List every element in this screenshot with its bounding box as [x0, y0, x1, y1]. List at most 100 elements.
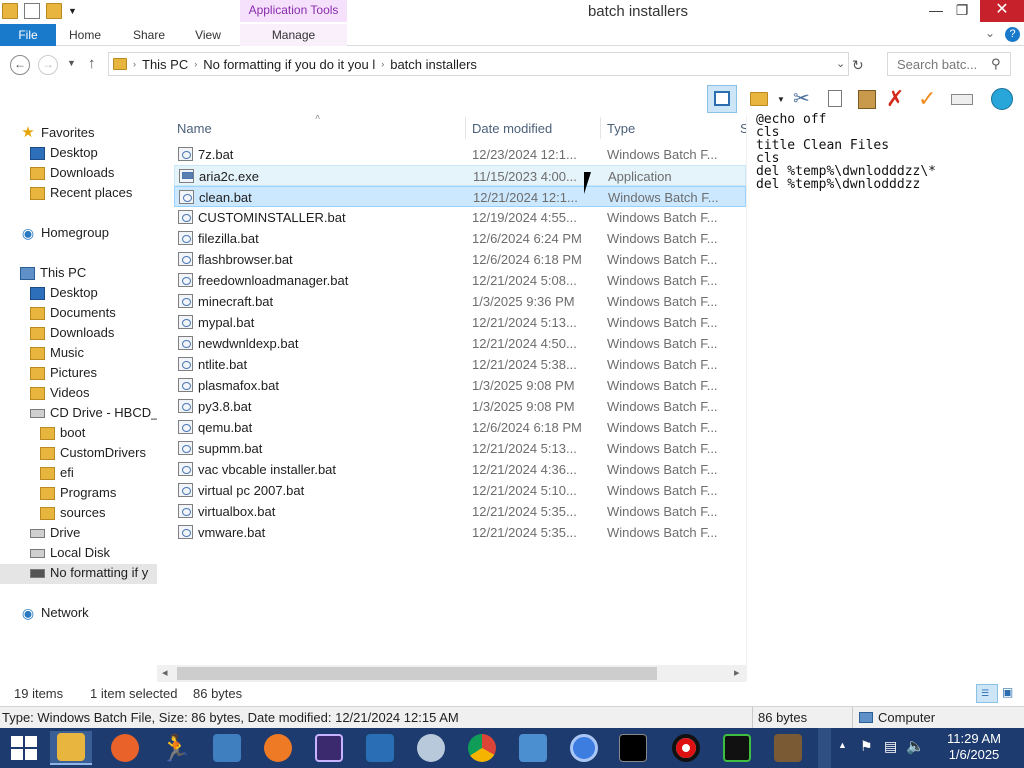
- nav-cd-drive[interactable]: CD Drive - HBCD_: [30, 403, 157, 423]
- address-dropdown-icon[interactable]: ⌄: [836, 57, 845, 70]
- file-row[interactable]: flashbrowser.bat 12/6/2024 6:18 PM Windows…: [174, 249, 746, 270]
- taskbar-control-panel[interactable]: [512, 731, 554, 765]
- scroll-left-icon[interactable]: ◂: [162, 666, 168, 679]
- taskbar-cpu-app[interactable]: [308, 731, 350, 765]
- forward-button[interactable]: →: [38, 55, 58, 75]
- file-row[interactable]: virtualbox.bat 12/21/2024 5:35... Windows …: [174, 501, 746, 522]
- globe-icon[interactable]: [990, 87, 1014, 111]
- taskbar-chrome[interactable]: [461, 731, 503, 765]
- nav-pc-music[interactable]: Music: [30, 343, 84, 363]
- scroll-thumb[interactable]: [177, 667, 657, 680]
- nav-pc-documents[interactable]: Documents: [30, 303, 116, 323]
- file-row[interactable]: mypal.bat 12/21/2024 5:13... Windows Batch…: [174, 312, 746, 333]
- rename-icon[interactable]: [950, 87, 974, 111]
- nav-network[interactable]: ◉ Network: [20, 603, 89, 623]
- taskbar-photos[interactable]: [206, 731, 248, 765]
- search-input[interactable]: Search batc... ⚲: [887, 52, 1011, 76]
- recent-locations-icon[interactable]: ▼: [67, 58, 76, 68]
- taskbar-firefox[interactable]: [104, 731, 146, 765]
- taskbar-clock[interactable]: 11:29 AM 1/6/2025: [936, 731, 1012, 763]
- delete-icon[interactable]: ✗: [886, 87, 910, 111]
- file-row[interactable]: freedownloadmanager.bat 12/21/2024 5:08..…: [174, 270, 746, 291]
- copy-icon[interactable]: [824, 87, 848, 111]
- properties-icon[interactable]: [24, 3, 40, 19]
- column-header-type[interactable]: Type: [607, 118, 635, 140]
- new-folder-icon[interactable]: [46, 3, 62, 19]
- file-row[interactable]: virtual pc 2007.bat 12/21/2024 5:10... Win…: [174, 480, 746, 501]
- file-row[interactable]: qemu.bat 12/6/2024 6:18 PM Windows Batch F…: [174, 417, 746, 438]
- taskbar-recorder[interactable]: [665, 731, 707, 765]
- show-hidden-icons-icon[interactable]: ▲: [838, 740, 847, 750]
- file-row[interactable]: filezilla.bat 12/6/2024 6:24 PM Windows Ba…: [174, 228, 746, 249]
- close-button[interactable]: ✕: [980, 0, 1024, 22]
- file-row[interactable]: plasmafox.bat 1/3/2025 9:08 PM Windows Bat…: [174, 375, 746, 396]
- nav-favorites[interactable]: ★ Favorites: [20, 123, 94, 143]
- file-row[interactable]: aria2c.exe 11/15/2023 4:00... Application: [174, 165, 746, 186]
- nav-local-disk[interactable]: Local Disk: [30, 543, 110, 563]
- breadcrumb-chevron-icon[interactable]: ›: [194, 59, 197, 69]
- breadcrumb-this-pc[interactable]: This PC: [142, 57, 188, 72]
- file-row[interactable]: vac vbcable installer.bat 12/21/2024 4:36…: [174, 459, 746, 480]
- file-row[interactable]: newdwnldexp.bat 12/21/2024 4:50... Windows…: [174, 333, 746, 354]
- nav-drive[interactable]: Drive: [30, 523, 80, 543]
- taskbar-powershell[interactable]: [359, 731, 401, 765]
- nav-pc-desktop[interactable]: Desktop: [30, 283, 98, 303]
- tab-manage[interactable]: Manage: [240, 24, 347, 46]
- nav-cd-customdrivers[interactable]: CustomDrivers: [40, 443, 146, 463]
- nav-pc-videos[interactable]: Videos: [30, 383, 90, 403]
- nav-fav-recent[interactable]: Recent places: [30, 183, 132, 203]
- nav-cd-programs[interactable]: Programs: [40, 483, 116, 503]
- large-icons-view-icon[interactable]: ▣: [1002, 685, 1013, 699]
- column-divider[interactable]: [465, 117, 466, 139]
- taskbar-file-explorer[interactable]: [50, 731, 92, 765]
- folder-check-icon[interactable]: [748, 87, 772, 111]
- nav-cd-boot[interactable]: boot: [40, 423, 85, 443]
- flag-icon[interactable]: ⚑: [860, 738, 873, 755]
- file-row[interactable]: ntlite.bat 12/21/2024 5:38... Windows Batc…: [174, 354, 746, 375]
- restore-button[interactable]: ❐: [947, 0, 977, 22]
- breadcrumb-drive[interactable]: No formatting if you do it you l: [203, 57, 375, 72]
- file-row[interactable]: minecraft.bat 1/3/2025 9:36 PM Windows Bat…: [174, 291, 746, 312]
- file-row[interactable]: CUSTOMINSTALLER.bat 12/19/2024 4:55... Win…: [174, 207, 746, 228]
- breadcrumb-chevron-icon[interactable]: ›: [381, 59, 384, 69]
- nav-fav-downloads[interactable]: Downloads: [30, 163, 114, 183]
- column-header-name[interactable]: Name: [177, 118, 212, 140]
- up-arrow-icon[interactable]: ↑: [88, 55, 96, 72]
- taskbar-terminal[interactable]: [716, 731, 758, 765]
- scroll-right-icon[interactable]: ▸: [734, 666, 740, 679]
- preview-pane-button[interactable]: [707, 85, 737, 113]
- dropdown-icon[interactable]: ▼: [777, 95, 785, 104]
- details-view-button[interactable]: ☰: [976, 684, 998, 703]
- breadcrumb-current[interactable]: batch installers: [390, 57, 477, 72]
- tab-view[interactable]: View: [183, 24, 233, 46]
- file-row[interactable]: supmm.bat 12/21/2024 5:13... Windows Batch…: [174, 438, 746, 459]
- customize-qat-icon[interactable]: ▼: [68, 3, 77, 21]
- address-bar[interactable]: › This PC › No formatting if you do it y…: [108, 52, 849, 76]
- start-button[interactable]: [3, 731, 45, 765]
- horizontal-scrollbar[interactable]: ◂ ▸: [157, 665, 746, 682]
- help-icon[interactable]: ?: [1005, 27, 1020, 42]
- taskbar-disc-app[interactable]: [410, 731, 452, 765]
- column-divider[interactable]: [600, 117, 601, 139]
- tab-home[interactable]: Home: [60, 24, 110, 46]
- tab-share[interactable]: Share: [124, 24, 174, 46]
- taskbar-overflow[interactable]: [818, 728, 831, 768]
- nav-pc-downloads[interactable]: Downloads: [30, 323, 114, 343]
- taskbar-runner[interactable]: 🏃: [155, 731, 197, 765]
- nav-no-formatting-drive[interactable]: No formatting if y: [30, 563, 148, 583]
- taskbar-firefox-2[interactable]: [257, 731, 299, 765]
- network-tray-icon[interactable]: ▤: [884, 738, 897, 755]
- file-row[interactable]: py3.8.bat 1/3/2025 9:08 PM Windows Batch F…: [174, 396, 746, 417]
- breadcrumb-chevron-icon[interactable]: ›: [133, 59, 136, 69]
- file-row[interactable]: vmware.bat 12/21/2024 5:35... Windows Batc…: [174, 522, 746, 543]
- taskbar-minecraft[interactable]: [767, 731, 809, 765]
- file-row[interactable]: clean.bat 12/21/2024 12:1... Windows Batch…: [174, 186, 746, 207]
- nav-fav-desktop[interactable]: Desktop: [30, 143, 98, 163]
- nav-cd-efi[interactable]: efi: [40, 463, 74, 483]
- file-row[interactable]: 7z.bat 12/23/2024 12:1... Windows Batch F.…: [174, 144, 746, 165]
- nav-cd-sources[interactable]: sources: [40, 503, 106, 523]
- nav-homegroup[interactable]: ◉ Homegroup: [20, 223, 109, 243]
- expand-ribbon-icon[interactable]: ⌄: [985, 26, 995, 40]
- nav-this-pc[interactable]: This PC: [20, 263, 86, 283]
- cut-icon[interactable]: ✂: [793, 87, 817, 111]
